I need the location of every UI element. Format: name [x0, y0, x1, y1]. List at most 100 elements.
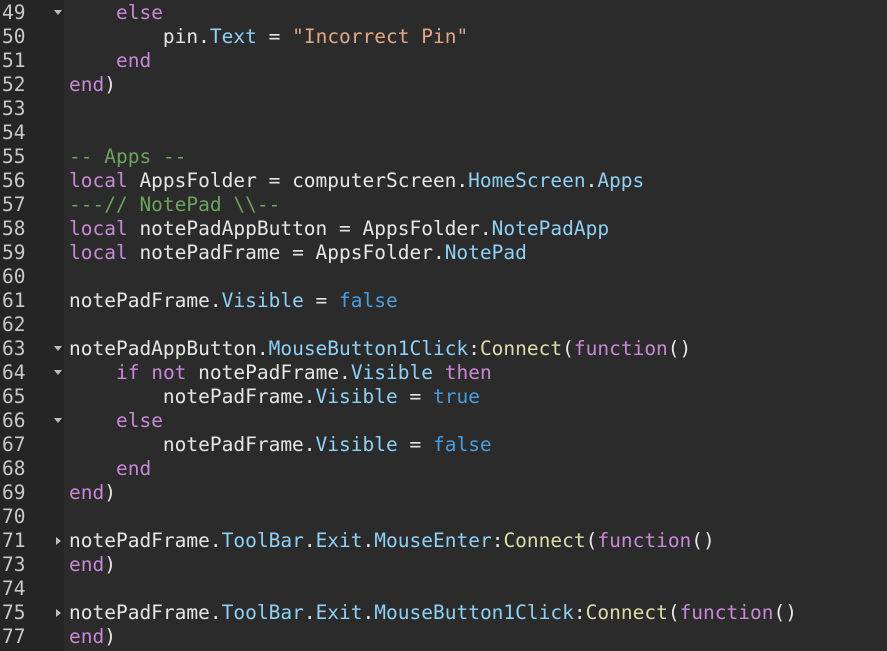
code-token: end [69, 553, 105, 576]
line-number: 50 [2, 25, 26, 48]
fold-expanded-icon[interactable] [53, 1, 63, 25]
code-token: MouseEnter [374, 529, 492, 552]
line-number: 71 [2, 529, 26, 552]
code-line[interactable]: 59 local notePadFrame = AppsFolder.NotePa… [0, 241, 887, 265]
code-line[interactable]: 77 end) [0, 625, 887, 649]
line-number: 51 [2, 49, 26, 72]
code-token: notePadFrame = AppsFolder. [127, 241, 445, 264]
line-number: 70 [2, 505, 26, 528]
code-line[interactable]: 67 notePadFrame.Visible = false [0, 433, 887, 457]
code-editor[interactable]: 49 else 50 pin.Text = "Incorrect Pin" 51 e… [0, 0, 887, 651]
fold-collapsed-icon[interactable] [53, 529, 63, 553]
code-token: ) [104, 625, 116, 648]
code-line[interactable]: 52 end) [0, 73, 887, 97]
code-token: notePadAppButton = AppsFolder. [127, 217, 492, 240]
code-line[interactable]: 65 notePadFrame.Visible = true [0, 385, 887, 409]
code-token: Visible [350, 361, 433, 384]
code-text: notePadFrame.ToolBar.Exit.MouseEnter:Con… [69, 529, 715, 553]
code-token: . [585, 169, 598, 192]
code-token: Visible [221, 289, 304, 312]
code-line[interactable]: 68 end [0, 457, 887, 481]
code-token: end [115, 457, 152, 480]
code-token: end [69, 625, 105, 648]
code-line[interactable]: 70 [0, 505, 887, 529]
code-line[interactable]: 61 notePadFrame.Visible = false [0, 289, 887, 313]
code-token: notePadFrame. [69, 385, 316, 408]
line-number: 69 [2, 481, 26, 504]
code-token: true [432, 385, 480, 408]
code-line[interactable]: 75 notePadFrame.ToolBar.Exit.MouseButton1… [0, 601, 887, 625]
code-line[interactable]: 69 end) [0, 481, 887, 505]
code-line[interactable]: 62 [0, 313, 887, 337]
code-token: = [256, 25, 293, 48]
code-line[interactable]: 50 pin.Text = "Incorrect Pin" [0, 25, 887, 49]
code-line[interactable]: 60 [0, 265, 887, 289]
code-token: function [597, 529, 692, 552]
code-token: . [362, 529, 375, 552]
code-token: notePadFrame. [69, 289, 222, 312]
code-token: else [115, 409, 163, 432]
code-text: end) [69, 553, 116, 577]
code-text: notePadFrame.Visible = false [69, 433, 492, 457]
code-line[interactable]: 51 end [0, 49, 887, 73]
code-token: end [69, 481, 105, 504]
code-token: . [362, 601, 375, 624]
code-token: Exit [315, 529, 363, 552]
code-line[interactable]: 64 if not notePadFrame.Visible then [0, 361, 887, 385]
code-line[interactable]: 66 else [0, 409, 887, 433]
code-text: notePadFrame.Visible = true [69, 385, 480, 409]
line-number: 63 [2, 337, 26, 360]
code-token: function [679, 601, 774, 624]
code-token: pin. [69, 25, 210, 48]
code-lines: 49 else 50 pin.Text = "Incorrect Pin" 51 e… [0, 1, 887, 649]
fold-expanded-icon[interactable] [53, 361, 63, 385]
code-token: MouseButton1Click [374, 601, 574, 624]
line-number: 74 [2, 577, 26, 600]
code-line[interactable]: 63 notePadAppButton.MouseButton1Click:Con… [0, 337, 887, 361]
code-text: notePadAppButton.MouseButton1Click:Conne… [69, 337, 691, 361]
code-token: () [773, 601, 797, 624]
code-text: pin.Text = "Incorrect Pin" [69, 25, 468, 49]
code-token: "Incorrect Pin" [292, 25, 469, 48]
code-line[interactable]: 55 -- Apps -- [0, 145, 887, 169]
code-token: local [69, 169, 128, 192]
code-token: not [151, 361, 187, 384]
code-text: end [69, 457, 151, 481]
code-line[interactable]: 49 else [0, 1, 887, 25]
code-token: function [573, 337, 668, 360]
code-line[interactable]: 74 [0, 577, 887, 601]
line-number: 62 [2, 313, 26, 336]
line-number: 60 [2, 265, 26, 288]
code-line[interactable]: 54 [0, 121, 887, 145]
code-token: ( [585, 529, 598, 552]
line-number: 66 [2, 409, 26, 432]
code-text: notePadFrame.Visible = false [69, 289, 398, 313]
code-token: local [69, 217, 128, 240]
code-token: then [444, 361, 492, 384]
code-token: AppsFolder = computerScreen. [127, 169, 469, 192]
code-token: ) [104, 553, 116, 576]
code-line[interactable]: 71 notePadFrame.ToolBar.Exit.MouseEnter:C… [0, 529, 887, 553]
code-text: local AppsFolder = computerScreen.HomeSc… [69, 169, 644, 193]
code-line[interactable]: 56 local AppsFolder = computerScreen.Home… [0, 169, 887, 193]
code-text: -- Apps -- [69, 145, 186, 169]
fold-expanded-icon[interactable] [53, 409, 63, 433]
code-line[interactable]: 58 local notePadAppButton = AppsFolder.No… [0, 217, 887, 241]
fold-collapsed-icon[interactable] [53, 601, 63, 625]
code-token: Connect [479, 337, 563, 360]
fold-expanded-icon[interactable] [53, 337, 63, 361]
code-line[interactable]: 73 end) [0, 553, 887, 577]
line-number: 52 [2, 73, 26, 96]
code-line[interactable]: 53 [0, 97, 887, 121]
code-token: Text [209, 25, 257, 48]
code-line[interactable]: 57 ---// NotePad \\-- [0, 193, 887, 217]
code-token: false [432, 433, 492, 456]
code-token: = [397, 385, 433, 408]
code-token: MouseButton1Click [268, 337, 469, 360]
code-token: ---// NotePad \\-- [69, 193, 281, 216]
code-token: local [69, 241, 128, 264]
line-number: 67 [2, 433, 26, 456]
line-number: 54 [2, 121, 26, 144]
